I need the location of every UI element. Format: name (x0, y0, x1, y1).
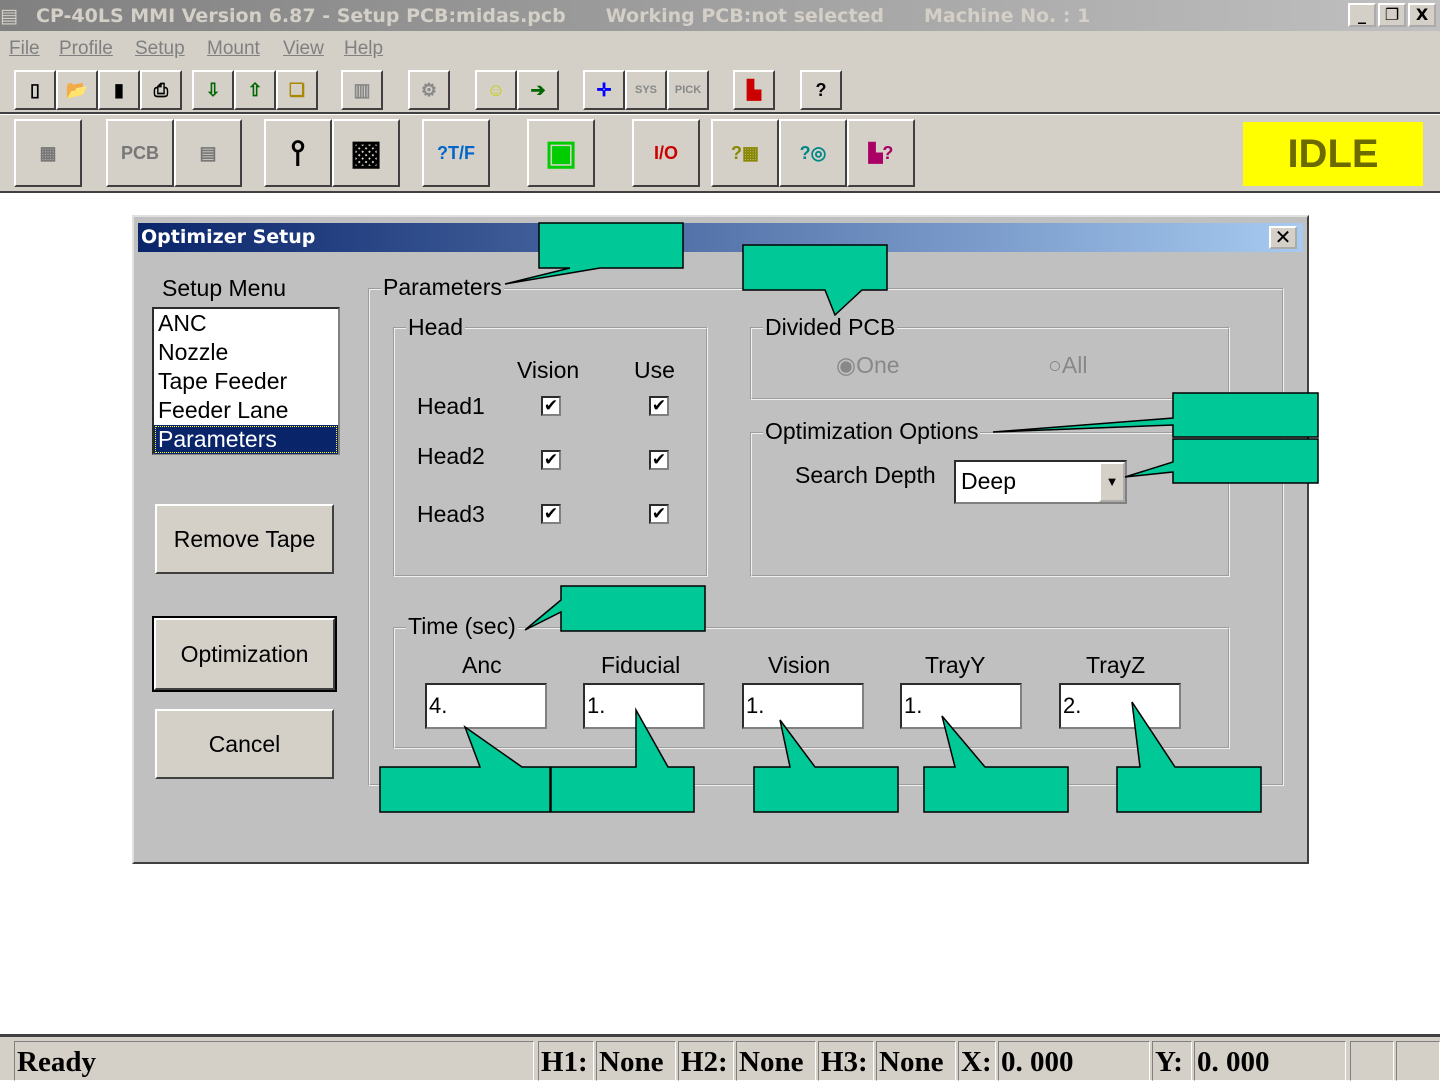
callout-overlay (379, 222, 1319, 813)
x-value: 0. 000 (998, 1041, 1150, 1081)
callout-divided-pcb (742, 244, 888, 317)
status-text: Ready (14, 1041, 534, 1081)
callout-fiducial (550, 707, 695, 813)
h3-value: None (876, 1041, 956, 1081)
y-label: Y: (1152, 1041, 1192, 1081)
callout-vision (753, 719, 899, 813)
callout-anc (379, 724, 551, 813)
status-pane (1396, 1041, 1440, 1081)
h1-value: None (596, 1041, 676, 1081)
h2-label: H2: (678, 1041, 734, 1081)
h2-value: None (736, 1041, 816, 1081)
callout-parameters (504, 222, 684, 285)
status-pane (1350, 1041, 1394, 1081)
callout-time (524, 585, 706, 632)
x-label: X: (958, 1041, 996, 1081)
callout-trayy (923, 715, 1069, 813)
y-value: 0. 000 (1194, 1041, 1346, 1081)
h1-label: H1: (538, 1041, 594, 1081)
callout-search-depth (1124, 438, 1319, 484)
h3-label: H3: (818, 1041, 874, 1081)
callout-optimization-options (992, 392, 1319, 438)
callout-trayz (1116, 701, 1262, 813)
status-bar: Ready H1: None H2: None H3: None X: 0. 0… (0, 1034, 1440, 1081)
